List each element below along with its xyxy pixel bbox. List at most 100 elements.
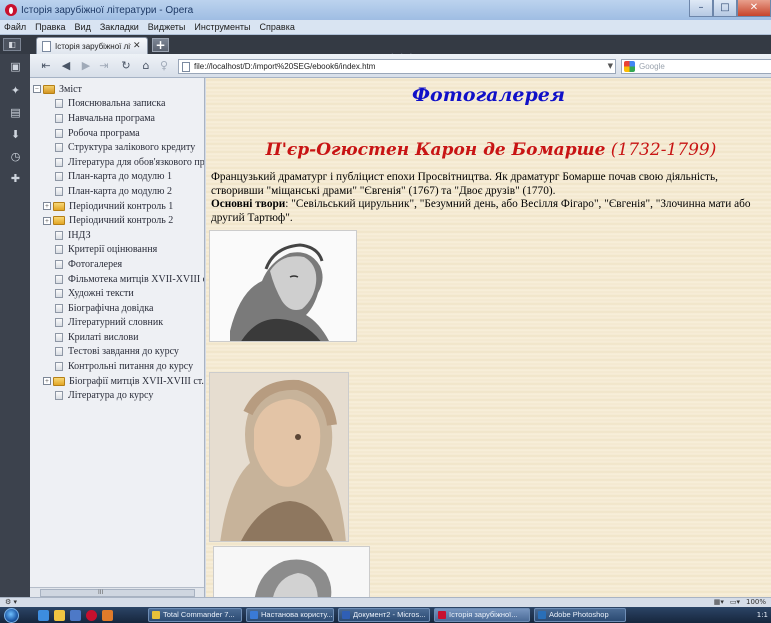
tree-item-label: Пояснювальна записка xyxy=(68,98,166,110)
address-bar[interactable]: file://localhost/D:/import%20SEG/ebook6/… xyxy=(178,59,616,74)
ie-icon[interactable] xyxy=(38,610,49,621)
tree-item[interactable]: Пояснювальна записка xyxy=(33,97,204,112)
chevron-down-icon[interactable]: ▼ xyxy=(608,62,613,70)
opera-icon[interactable] xyxy=(86,610,97,621)
document-icon xyxy=(55,143,63,153)
forward-icon[interactable]: ▶ xyxy=(78,58,94,74)
taskbar-button[interactable]: Total Commander 7... xyxy=(148,608,242,622)
tree-item[interactable]: Фільмотека митців XVII-XVIII ст. xyxy=(33,272,204,287)
tree-item[interactable]: Крилаті вислови xyxy=(33,330,204,345)
tree-item[interactable]: Біографічна довідка xyxy=(33,301,204,316)
tree-item[interactable]: Контрольні питання до курсу xyxy=(33,359,204,374)
tree-item[interactable]: Художні тексти xyxy=(33,286,204,301)
tree-item[interactable]: План-карта до модулю 1 xyxy=(33,170,204,185)
tree-item-label: Фотогалерея xyxy=(68,258,123,270)
tree-item[interactable]: Тестові завдання до курсу xyxy=(33,345,204,360)
tree-item[interactable]: Література до курсу xyxy=(33,388,204,403)
expand-icon[interactable]: + xyxy=(43,202,51,211)
scrollbar-thumb[interactable] xyxy=(40,589,195,597)
tree-item[interactable]: ІНДЗ xyxy=(33,228,204,243)
taskbar-button[interactable]: Документ2 - Micros... xyxy=(338,608,430,622)
taskbar-button[interactable]: Настанова користу... xyxy=(246,608,334,622)
tree-item-label: Контрольні питання до курсу xyxy=(68,361,194,373)
tree-item[interactable]: + Періодичний контроль 1 xyxy=(33,199,204,214)
tab-close-icon[interactable]: ✕ xyxy=(133,41,141,51)
reload-icon[interactable]: ↻ xyxy=(118,58,134,74)
google-icon[interactable] xyxy=(624,61,635,72)
task-app-icon xyxy=(438,611,446,619)
tree-item-label: Крилаті вислови xyxy=(68,331,139,343)
document-icon xyxy=(55,391,63,401)
panel-toggle-icon[interactable]: ◧ xyxy=(3,38,21,51)
minimize-button[interactable]: – xyxy=(689,0,713,17)
tree-item[interactable]: Структура залікового кредиту xyxy=(33,140,204,155)
collapse-icon[interactable]: − xyxy=(33,85,41,94)
tree-item-label: Структура залікового кредиту xyxy=(68,142,196,154)
notes-icon[interactable]: ▤ xyxy=(9,106,22,119)
explorer-icon[interactable] xyxy=(54,610,65,621)
zoom-level[interactable]: 100% xyxy=(746,598,766,606)
status-settings-icon[interactable]: ⚙ ▾ xyxy=(5,598,17,606)
tree-root[interactable]: − Зміст xyxy=(33,82,204,97)
document-icon xyxy=(55,99,63,109)
tree-item[interactable]: Навчальна програма xyxy=(33,111,204,126)
search-box[interactable]: Google xyxy=(621,59,771,74)
menu-bookmarks[interactable]: Закладки xyxy=(100,22,139,32)
expand-icon[interactable]: + xyxy=(43,377,51,386)
tree-item[interactable]: Літературний словник xyxy=(33,316,204,331)
close-window-button[interactable]: ✕ xyxy=(737,0,771,17)
back-icon[interactable]: ◀ xyxy=(58,58,74,74)
person-years: (1732-1799) xyxy=(610,140,717,160)
tree-item[interactable]: Робоча програма xyxy=(33,126,204,141)
tree-item[interactable]: Література для обов'язкового прочитання xyxy=(33,155,205,170)
menu-file[interactable]: Файл xyxy=(4,22,26,32)
menu-edit[interactable]: Правка xyxy=(35,22,65,32)
document-icon xyxy=(55,347,63,357)
new-tab-button[interactable]: + xyxy=(152,38,169,52)
tree-item[interactable]: + Біографії митців XVII-XVIII ст. xyxy=(33,374,204,389)
navigation-toolbar: ⇤ ◀ ▶ ⇥ ↻ ⌂ ♀ file://localhost/D:/import… xyxy=(30,54,771,78)
document-icon xyxy=(55,113,63,123)
history-icon[interactable]: ◷ xyxy=(9,150,22,163)
view-mode-icon[interactable]: ▦▾ xyxy=(714,598,724,606)
bookmarks-icon[interactable]: ✦ xyxy=(9,84,22,97)
panel-nav-icon[interactable]: ▣ xyxy=(9,60,22,73)
task-app-icon xyxy=(342,611,350,619)
tree-item[interactable]: План-карта до модулю 2 xyxy=(33,184,204,199)
key-icon[interactable]: ♀ xyxy=(156,58,172,74)
taskbar-button[interactable]: Історія зарубіжної... xyxy=(434,608,530,622)
task-app-icon xyxy=(250,611,258,619)
add-panel-icon[interactable]: ✚ xyxy=(9,172,22,185)
menu-view[interactable]: Вид xyxy=(75,22,91,32)
expand-icon[interactable]: + xyxy=(43,216,51,225)
tree-item-label: Література для обов'язкового прочитання xyxy=(68,156,205,168)
taskbar-button[interactable]: Adobe Photoshop xyxy=(534,608,626,622)
address-input[interactable]: file://localhost/D:/import%20SEG/ebook6/… xyxy=(194,62,375,71)
document-icon xyxy=(55,230,63,240)
app-icon[interactable] xyxy=(102,610,113,621)
fast-forward-icon[interactable]: ⇥ xyxy=(96,58,112,74)
system-clock[interactable]: 1:1 xyxy=(731,607,771,623)
page-icon xyxy=(42,40,51,52)
document-icon xyxy=(55,157,63,167)
tree-item[interactable]: Фотогалерея xyxy=(33,257,204,272)
downloads-icon[interactable]: ⬇ xyxy=(9,128,22,141)
home-icon[interactable]: ⌂ xyxy=(138,58,154,74)
tree-item[interactable]: Критерії оцінювання xyxy=(33,243,204,258)
zoom-slider-icon[interactable]: ▭▾ xyxy=(730,598,740,606)
menu-widgets[interactable]: Виджеты xyxy=(148,22,186,32)
status-controls: ▦▾ ▭▾ 100% xyxy=(714,598,766,606)
folder-icon xyxy=(53,376,65,386)
tree-item[interactable]: + Періодичний контроль 2 xyxy=(33,213,204,228)
menu-help[interactable]: Справка xyxy=(260,22,295,32)
search-input[interactable]: Google xyxy=(639,62,665,71)
person-heading: П'єр-Огюстен Карон де Бомарше (1732-1799… xyxy=(206,140,771,160)
rewind-icon[interactable]: ⇤ xyxy=(38,58,54,74)
description-text: Французький драматург і публіцист епохи … xyxy=(211,171,718,197)
maximize-button[interactable]: □ xyxy=(713,0,737,17)
word-icon[interactable] xyxy=(70,610,81,621)
tab-active[interactable]: Історія зарубіжної літе... ✕ xyxy=(36,37,148,54)
menu-tools[interactable]: Инструменты xyxy=(194,22,250,32)
start-button[interactable] xyxy=(4,608,19,623)
window-titlebar[interactable]: Історія зарубіжної літератури - Opera – … xyxy=(0,0,771,20)
